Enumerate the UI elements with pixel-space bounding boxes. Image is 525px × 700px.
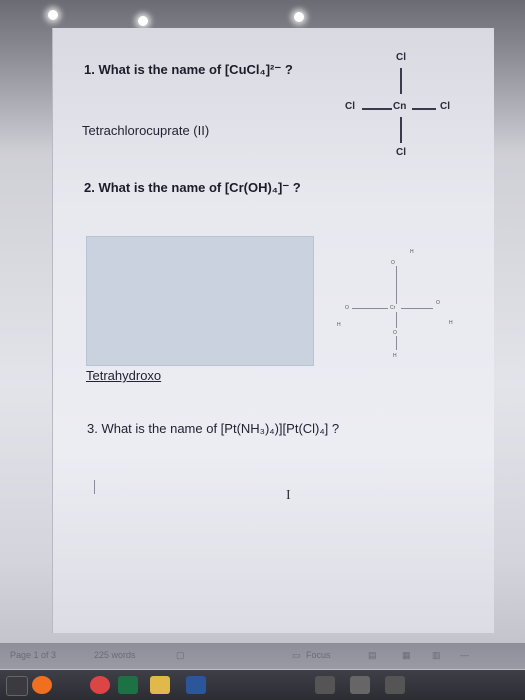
structure-2-center: Cr [390, 305, 396, 311]
word-count[interactable]: 225 words [94, 650, 136, 660]
word-icon[interactable] [186, 676, 206, 694]
proofing-icon[interactable]: ▢ [176, 650, 185, 661]
structure-1-center: Cn [393, 101, 407, 112]
question-2: 2. What is the name of [Cr(OH)₄]⁻ ? [84, 180, 301, 195]
answer-textbox[interactable] [86, 236, 314, 366]
monitor-screen: 1. What is the name of [CuCl₄]²⁻ ? Tetra… [0, 0, 525, 700]
structure-2-right-o: O [436, 300, 440, 306]
excel-icon[interactable] [118, 676, 138, 694]
structure-2-left-h: H [337, 322, 341, 328]
web-layout-icon[interactable]: ▥ [432, 650, 441, 661]
bond-line [396, 266, 397, 304]
structure-2-top-o: O [391, 260, 395, 266]
page-count[interactable]: Page 1 of 3 [10, 650, 56, 660]
bond-line [401, 308, 433, 309]
bond-line [352, 308, 388, 309]
question-3: 3. What is the name of [Pt(NH₃)₄)][Pt(Cl… [87, 421, 340, 436]
bond-line [396, 312, 397, 328]
structure-2-bottom-h: H [393, 353, 397, 359]
webcam-light [48, 10, 58, 20]
search-icon[interactable] [32, 676, 52, 694]
structure-2-right-h: H [449, 320, 453, 326]
status-bar: Page 1 of 3 225 words ▢ ▭ Focus ▤ ▦ ▥ — [0, 643, 525, 669]
structure-1-top: Cl [396, 52, 406, 63]
answer-2[interactable]: Tetrahydroxo [86, 368, 161, 383]
text-caret [94, 480, 95, 494]
tray-icon[interactable] [385, 676, 405, 694]
chrome-icon[interactable] [90, 676, 110, 694]
taskbar [0, 670, 525, 700]
bond-line [396, 336, 397, 350]
question-1: 1. What is the name of [CuCl₄]²⁻ ? [84, 62, 293, 77]
structure-1-bottom: Cl [396, 147, 406, 158]
tray-icon[interactable] [315, 676, 335, 694]
focus-button[interactable]: Focus [306, 650, 331, 660]
bond-line [400, 68, 402, 94]
tray-icon[interactable] [350, 676, 370, 694]
bond-line [412, 108, 436, 110]
structure-1-left: Cl [345, 101, 355, 112]
structure-2-top-h: H [410, 249, 414, 255]
zoom-slider[interactable]: — [460, 650, 469, 660]
webcam-light [294, 12, 304, 22]
bond-line [400, 117, 402, 143]
windows-icon[interactable] [6, 676, 28, 696]
structure-2-left-o: O [345, 305, 349, 311]
file-explorer-icon[interactable] [150, 676, 170, 694]
answer-1[interactable]: Tetrachlorocuprate (II) [82, 123, 209, 138]
i-beam-cursor-icon: I [286, 488, 291, 503]
structure-1-right: Cl [440, 101, 450, 112]
print-layout-icon[interactable]: ▦ [402, 650, 411, 661]
focus-icon[interactable]: ▭ [292, 650, 301, 661]
webcam-light [138, 16, 148, 26]
read-mode-icon[interactable]: ▤ [368, 650, 377, 661]
bond-line [362, 108, 392, 110]
